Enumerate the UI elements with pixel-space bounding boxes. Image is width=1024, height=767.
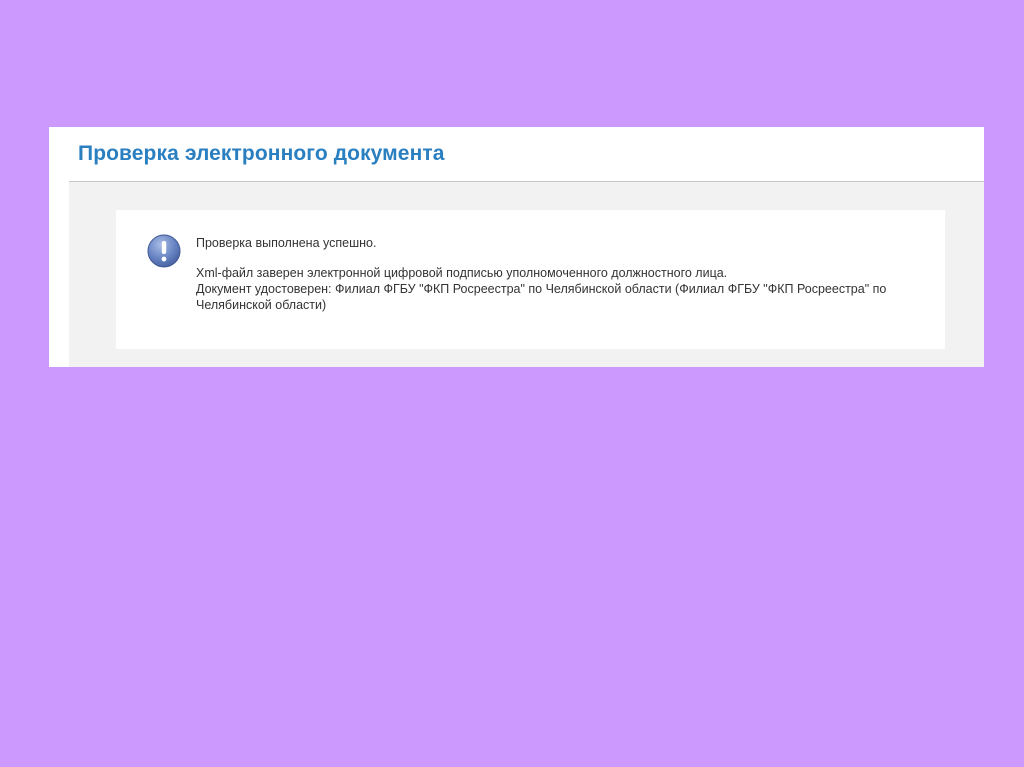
- info-exclamation-icon: [147, 234, 181, 268]
- page-title: Проверка электронного документа: [78, 142, 445, 165]
- certifier-detail: Документ удостоверен: Филиал ФГБУ "ФКП Р…: [196, 282, 887, 312]
- content-area: Проверка выполнена успешно. Xml-файл зав…: [69, 182, 984, 367]
- left-margin: [49, 182, 69, 367]
- panel-header: Проверка электронного документа: [49, 127, 984, 181]
- message-text: Проверка выполнена успешно. Xml-файл зав…: [196, 235, 926, 313]
- result-message-box: Проверка выполнена успешно. Xml-файл зав…: [116, 210, 945, 349]
- signature-detail: Xml-файл заверен электронной цифровой по…: [196, 266, 728, 280]
- status-message: Проверка выполнена успешно.: [196, 236, 377, 250]
- verification-panel: Проверка электронного документа Проверка…: [49, 127, 984, 367]
